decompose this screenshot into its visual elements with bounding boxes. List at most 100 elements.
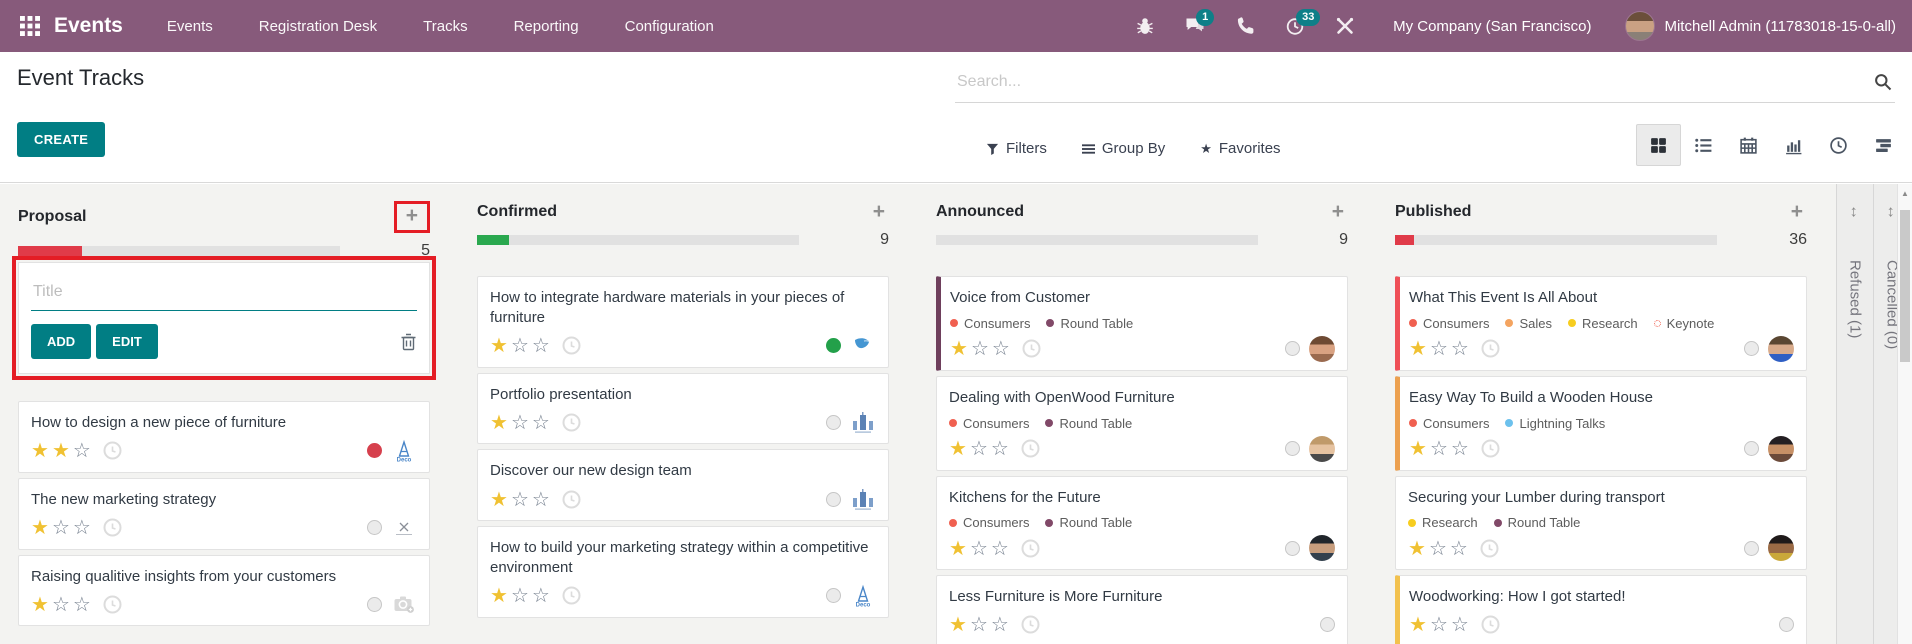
column-progressbar[interactable] [1395,235,1717,245]
group-by-button[interactable]: Group By [1082,140,1165,157]
kanban-card[interactable]: Raising qualitive insights from your cus… [18,555,430,627]
star-empty-icon[interactable]: ☆ [73,594,94,616]
star-empty-icon[interactable]: ☆ [992,338,1013,360]
kanban-card[interactable]: Less Furniture is More Furniture ★☆☆ [936,575,1348,644]
star-rating[interactable]: ★☆☆ [949,612,1012,637]
star-rating[interactable]: ★☆☆ [490,583,553,608]
star-empty-icon[interactable]: ☆ [970,538,991,560]
activity-clock-icon[interactable] [562,413,581,432]
star-empty-icon[interactable]: ☆ [1430,338,1451,360]
menu-tracks[interactable]: Tracks [423,18,467,35]
star-rating[interactable]: ★☆☆ [949,436,1012,461]
add-column-record-button[interactable]: + [406,204,418,227]
activity-clock-icon[interactable] [103,518,122,537]
star-empty-icon[interactable]: ☆ [532,585,553,607]
star-empty-icon[interactable]: ☆ [970,614,991,636]
unfold-arrow-icon[interactable]: ↔ [1846,204,1864,220]
quick-create-title-input[interactable] [31,275,417,311]
kanban-card[interactable]: Securing your Lumber during transport Re… [1395,476,1807,571]
activity-clock-icon[interactable] [1481,439,1500,458]
add-column-record-button[interactable]: + [1328,201,1348,222]
activity-clock-icon[interactable] [562,336,581,355]
scrollbar-up-arrow[interactable]: ▲ [1898,184,1912,198]
view-calendar-button[interactable] [1726,124,1771,166]
kanban-card[interactable]: Voice from Customer ConsumersRound Table… [936,276,1348,371]
star-empty-icon[interactable]: ☆ [971,338,992,360]
activity-clock-icon[interactable] [1480,539,1499,558]
quick-create-add-button[interactable]: ADD [31,324,91,359]
menu-reporting[interactable]: Reporting [514,18,579,35]
star-rating[interactable]: ★☆☆ [1408,536,1471,561]
star-filled-icon[interactable]: ★ [490,585,511,607]
star-rating[interactable]: ★☆☆ [1409,436,1472,461]
star-empty-icon[interactable]: ☆ [991,538,1012,560]
kanban-card[interactable]: What This Event Is All About ConsumersSa… [1395,276,1807,371]
activity-clock-icon[interactable] [562,490,581,509]
scrollbar-thumb[interactable] [1900,210,1910,362]
debug-bug-icon[interactable] [1135,16,1155,36]
kanban-state-dot[interactable] [826,588,841,603]
menu-configuration[interactable]: Configuration [625,18,714,35]
star-empty-icon[interactable]: ☆ [511,489,532,511]
star-filled-icon[interactable]: ★ [490,335,511,357]
kanban-state-dot[interactable] [1285,341,1300,356]
kanban-card[interactable]: Woodworking: How I got started! ★☆☆ [1395,575,1807,644]
user-menu[interactable]: Mitchell Admin (11783018-15-0-all) [1664,18,1896,35]
star-empty-icon[interactable]: ☆ [1451,338,1472,360]
star-empty-icon[interactable]: ☆ [1451,614,1472,636]
activity-clock-icon[interactable] [1021,439,1040,458]
search-icon[interactable] [1874,73,1892,91]
kanban-state-dot[interactable] [826,338,841,353]
vertical-scrollbar[interactable]: ▲ [1897,184,1912,644]
star-rating[interactable]: ★★☆ [31,438,94,463]
kanban-state-dot[interactable] [367,597,382,612]
star-rating[interactable]: ★☆☆ [949,536,1012,561]
favorites-button[interactable]: ★ Favorites [1200,140,1280,157]
activity-clock-icon[interactable] [562,586,581,605]
search-input[interactable] [955,64,1895,103]
add-column-record-button[interactable]: + [1787,201,1807,222]
star-empty-icon[interactable]: ☆ [73,517,94,539]
activity-clock-icon[interactable] [1481,339,1500,358]
kanban-card[interactable]: How to integrate hardware materials in y… [477,276,889,368]
star-empty-icon[interactable]: ☆ [1450,538,1471,560]
collapsed-column-refused[interactable]: ↔ Refused (1) [1836,184,1873,644]
star-empty-icon[interactable]: ☆ [511,412,532,434]
column-progressbar[interactable] [477,235,799,245]
kanban-card[interactable]: Kitchens for the Future ConsumersRound T… [936,476,1348,571]
view-graph-button[interactable] [1771,124,1816,166]
quick-create-edit-button[interactable]: EDIT [96,324,158,359]
star-empty-icon[interactable]: ☆ [532,335,553,357]
kanban-state-dot[interactable] [1285,541,1300,556]
star-filled-icon[interactable]: ★ [950,338,971,360]
activity-clock-icon[interactable] [1481,615,1500,634]
star-rating[interactable]: ★☆☆ [31,515,94,540]
star-empty-icon[interactable]: ☆ [532,412,553,434]
kanban-state-dot[interactable] [1285,441,1300,456]
kanban-card[interactable]: The new marketing strategy ★☆☆ [18,478,430,550]
star-empty-icon[interactable]: ☆ [532,489,553,511]
kanban-card[interactable]: Easy Way To Build a Wooden House Consume… [1395,376,1807,471]
activity-clock-icon[interactable] [1021,539,1040,558]
user-avatar[interactable] [1625,11,1655,41]
star-empty-icon[interactable]: ☆ [970,438,991,460]
star-rating[interactable]: ★☆☆ [950,336,1013,361]
kanban-state-dot[interactable] [1779,617,1794,632]
kanban-state-dot[interactable] [1744,341,1759,356]
kanban-state-dot[interactable] [1744,441,1759,456]
star-rating[interactable]: ★☆☆ [31,592,94,617]
star-filled-icon[interactable]: ★ [949,538,970,560]
star-filled-icon[interactable]: ★ [1409,614,1430,636]
activity-clock-icon[interactable] [1021,615,1040,634]
activity-clock-icon[interactable] [103,441,122,460]
activity-clock-icon[interactable] [1022,339,1041,358]
phone-icon[interactable] [1235,16,1255,36]
star-filled-icon[interactable]: ★ [31,517,52,539]
star-rating[interactable]: ★☆☆ [490,410,553,435]
view-activity-button[interactable] [1816,124,1861,166]
column-progressbar[interactable] [18,246,340,256]
tools-icon[interactable] [1335,16,1355,36]
star-rating[interactable]: ★☆☆ [1409,336,1472,361]
star-empty-icon[interactable]: ☆ [1429,538,1450,560]
kanban-card[interactable]: How to build your marketing strategy wit… [477,526,889,618]
